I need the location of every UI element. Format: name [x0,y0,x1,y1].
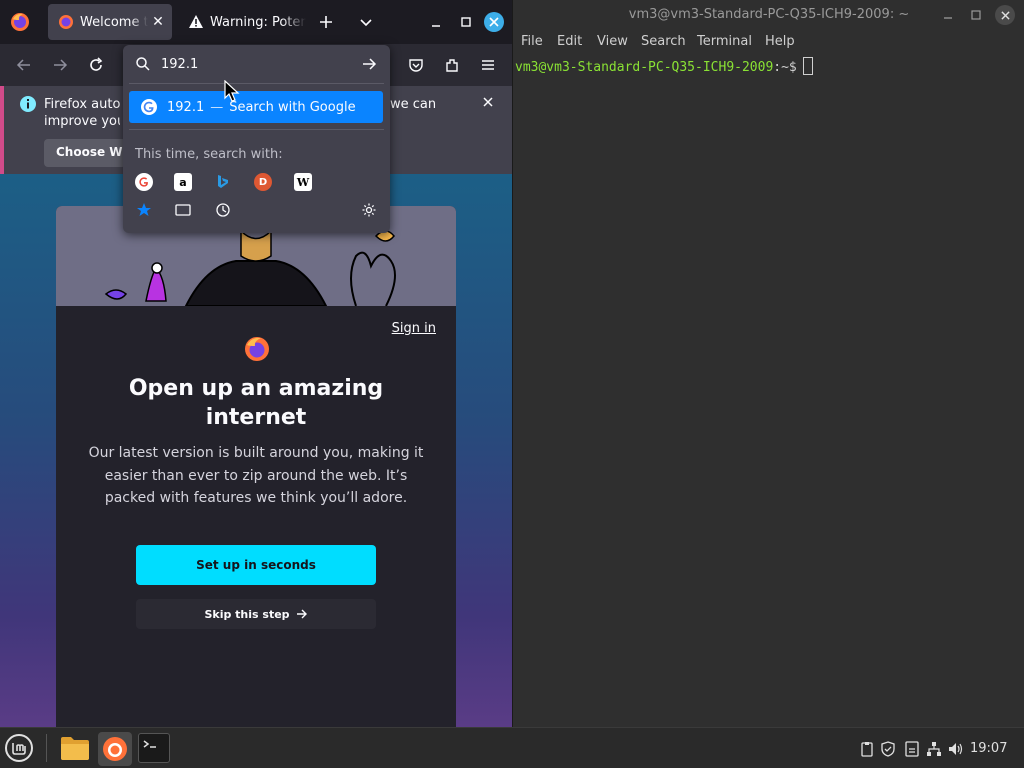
reload-button[interactable] [82,51,110,79]
info-icon [20,96,36,112]
files-folder-icon[interactable] [60,735,90,763]
close-notification-icon[interactable] [482,96,496,110]
tab-title: Warning: Potential Security Risk Ahead [210,14,306,30]
suggestion-dash: — [210,99,224,115]
divider [129,83,384,84]
search-icon [135,56,151,72]
page-content: Sign in Open up an amazing internet Our … [0,174,512,727]
maximize-button[interactable] [452,8,480,36]
terminal-output[interactable]: vm3@vm3-Standard-PC-Q35-ICH9-2009:~$ [513,54,1024,727]
choose-what-button[interactable]: Choose What [44,139,126,167]
url-input[interactable]: 192.1 [161,57,198,72]
notification-text-line: Firefox autor [44,97,120,112]
bookmarks-star-icon[interactable] [135,201,153,219]
menu-edit[interactable]: Edit [557,34,582,49]
pocket-icon[interactable] [402,51,430,79]
terminal-window: vm3@vm3-Standard-PC-Q35-ICH9-2009: ~ Fil… [512,0,1024,727]
menu-search[interactable]: Search [641,34,686,49]
tab-title: Welcome to Firefox [80,14,148,30]
wikipedia-icon[interactable]: W [294,173,312,191]
terminal-taskbar-icon[interactable] [138,733,170,763]
forward-button[interactable] [46,51,74,79]
notification-text-right: we can [390,97,437,112]
minimize-button[interactable] [422,8,450,36]
tab-bar: Welcome to Firefox ✕ Warning: Potential … [0,0,512,44]
menu-file[interactable]: File [521,34,543,49]
tab-warning[interactable]: Warning: Potential Security Risk Ahead [178,4,306,40]
set-up-button[interactable]: Set up in seconds [136,545,376,585]
search-settings-gear-icon[interactable] [360,201,378,219]
welcome-card: Sign in Open up an amazing internet Our … [56,206,456,727]
minimize-button[interactable] [939,6,957,24]
warning-icon [188,14,204,30]
google-icon[interactable] [135,173,153,191]
search-suggestion-row[interactable]: 192.1 — Search with Google [129,91,383,123]
suggestion-action: Search with Google [229,99,356,115]
mint-menu-icon[interactable] [4,733,34,763]
divider [46,734,47,762]
new-tab-button[interactable] [312,8,340,36]
firefox-taskbar-icon[interactable] [98,732,132,766]
close-window-button[interactable] [995,5,1015,25]
clipboard-icon[interactable] [858,740,876,758]
tabs-icon[interactable] [174,201,192,219]
notification-text-line: improve your [44,114,120,129]
maximize-button[interactable] [967,6,985,24]
back-button[interactable] [10,51,38,79]
amazon-icon[interactable]: a [174,173,192,191]
welcome-title: Open up an amazing internet [128,376,384,430]
firefox-logo-icon[interactable] [10,12,30,32]
go-arrow-icon[interactable] [361,56,377,72]
terminal-titlebar: vm3@vm3-Standard-PC-Q35-ICH9-2009: ~ [513,0,1024,30]
search-with-label: This time, search with: [135,147,283,162]
notes-icon[interactable] [903,740,921,758]
firefox-window: Welcome to Firefox ✕ Warning: Potential … [0,0,512,727]
prompt-path: :~$ [773,60,797,75]
tab-welcome[interactable]: Welcome to Firefox ✕ [48,4,172,40]
shield-icon[interactable] [879,740,897,758]
menu-terminal[interactable]: Terminal [697,34,752,49]
clock[interactable]: 19:07 [970,741,1007,756]
welcome-description: Our latest version is built around you, … [88,445,424,506]
history-clock-icon[interactable] [214,201,232,219]
urlbar-popup: 192.1 192.1 — Search with Google This ti… [123,45,390,233]
skip-step-button[interactable]: Skip this step [136,599,376,629]
hamburger-menu-icon[interactable] [474,51,502,79]
extensions-icon[interactable] [438,51,466,79]
close-tab-icon[interactable]: ✕ [148,12,168,32]
volume-icon[interactable] [946,740,964,758]
menu-view[interactable]: View [597,34,628,49]
firefox-logo-icon [244,336,270,362]
arrow-right-icon [296,608,308,620]
bing-icon[interactable] [214,173,232,191]
taskbar: 19:07 [0,727,1024,768]
list-all-tabs-button[interactable] [352,8,380,36]
divider [129,129,384,130]
skip-step-label: Skip this step [204,607,290,621]
notification-text: Firefox autor improve your [44,96,120,130]
google-icon [141,99,157,115]
duckduckgo-icon[interactable]: D [254,173,272,191]
mouse-cursor-icon [224,80,240,102]
shell-prompt: vm3@vm3-Standard-PC-Q35-ICH9-2009:~$ [515,57,813,75]
network-icon[interactable] [925,740,943,758]
firefox-favicon-icon [58,14,74,30]
text-cursor [802,57,813,75]
close-window-button[interactable] [484,12,504,32]
menu-help[interactable]: Help [765,34,795,49]
prompt-user-host: vm3@vm3-Standard-PC-Q35-ICH9-2009 [515,60,774,75]
terminal-menubar: File Edit View Search Terminal Help [513,30,1024,54]
suggestion-text: 192.1 [167,99,205,115]
sign-in-link[interactable]: Sign in [392,321,436,336]
